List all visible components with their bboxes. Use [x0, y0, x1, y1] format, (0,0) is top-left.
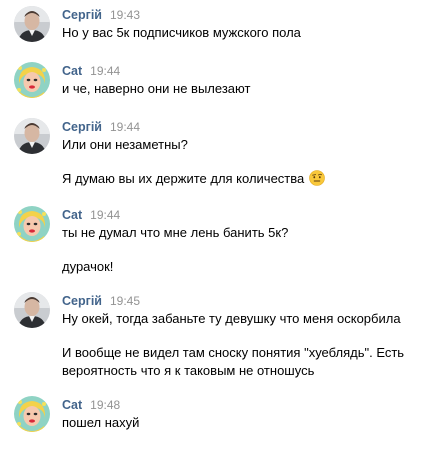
message-block: Сергій 19:45 Ну окей, тогда забаньте ту д…	[14, 292, 439, 380]
face-with-raised-eyebrow-emoji-icon	[309, 170, 326, 191]
message-body: Сергій 19:44 Или они незаметны? Я думаю в…	[62, 118, 439, 191]
message-text: Ну окей, тогда забаньте ту девушку что м…	[62, 311, 401, 326]
message-block: Cat 19:44 и че, наверно они не вылезают	[14, 62, 439, 98]
author-name[interactable]: Cat	[62, 64, 82, 78]
message-body: Cat 19:44 и че, наверно они не вылезают	[62, 62, 439, 98]
message-block: Сергій 19:43 Но у вас 5к подписчиков мужс…	[14, 6, 439, 42]
message-time[interactable]: 19:45	[110, 294, 140, 308]
message-header: Сергій 19:44	[62, 118, 439, 136]
message-text-row: Я думаю вы их держите для количества	[62, 170, 439, 191]
message-time[interactable]: 19:48	[90, 398, 120, 412]
message-block: Сергій 19:44 Или они незаметны? Я думаю в…	[14, 118, 439, 188]
author-name[interactable]: Cat	[62, 208, 82, 222]
message-block: Cat 19:44 ты не думал что мне лень банить…	[14, 206, 439, 276]
message-time[interactable]: 19:44	[90, 208, 120, 222]
author-name[interactable]: Сергій	[62, 294, 102, 308]
chat-history: Сергій 19:43 Но у вас 5к подписчиков мужс…	[0, 0, 447, 456]
author-name[interactable]: Cat	[62, 398, 82, 412]
author-name[interactable]: Сергій	[62, 8, 102, 22]
message-header: Сергій 19:45	[62, 292, 439, 310]
message-time[interactable]: 19:43	[110, 8, 140, 22]
cat-avatar-icon[interactable]	[14, 396, 50, 432]
message-block: Cat 19:48 пошел нахуй	[14, 396, 439, 432]
message-text: Но у вас 5к подписчиков мужского пола	[62, 25, 301, 40]
message-text: вероятность что я к таковым не отношусь	[62, 363, 315, 378]
message-header: Cat 19:48	[62, 396, 439, 414]
user-avatar-icon[interactable]	[14, 6, 50, 42]
message-text: дурачок!	[62, 259, 114, 274]
message-text: Или они незаметны?	[62, 137, 188, 152]
message-header: Сергій 19:43	[62, 6, 439, 24]
user-avatar-icon[interactable]	[14, 118, 50, 154]
message-text: и че, наверно они не вылезают	[62, 81, 251, 96]
message-header: Cat 19:44	[62, 206, 439, 224]
message-body: Сергій 19:45 Ну окей, тогда забаньте ту д…	[62, 292, 439, 380]
author-name[interactable]: Сергій	[62, 120, 102, 134]
user-avatar-icon[interactable]	[14, 292, 50, 328]
message-body: Cat 19:44 ты не думал что мне лень банить…	[62, 206, 439, 276]
message-text: ты не думал что мне лень банить 5к?	[62, 225, 289, 240]
message-header: Cat 19:44	[62, 62, 439, 80]
message-time[interactable]: 19:44	[110, 120, 140, 134]
cat-avatar-icon[interactable]	[14, 62, 50, 98]
message-time[interactable]: 19:44	[90, 64, 120, 78]
message-text: Я думаю вы их держите для количества	[62, 171, 305, 186]
message-text: пошел нахуй	[62, 415, 140, 430]
message-body: Сергій 19:43 Но у вас 5к подписчиков мужс…	[62, 6, 439, 42]
message-body: Cat 19:48 пошел нахуй	[62, 396, 439, 432]
cat-avatar-icon[interactable]	[14, 206, 50, 242]
message-text: И вообще не видел там сноску понятия "ху…	[62, 345, 405, 360]
